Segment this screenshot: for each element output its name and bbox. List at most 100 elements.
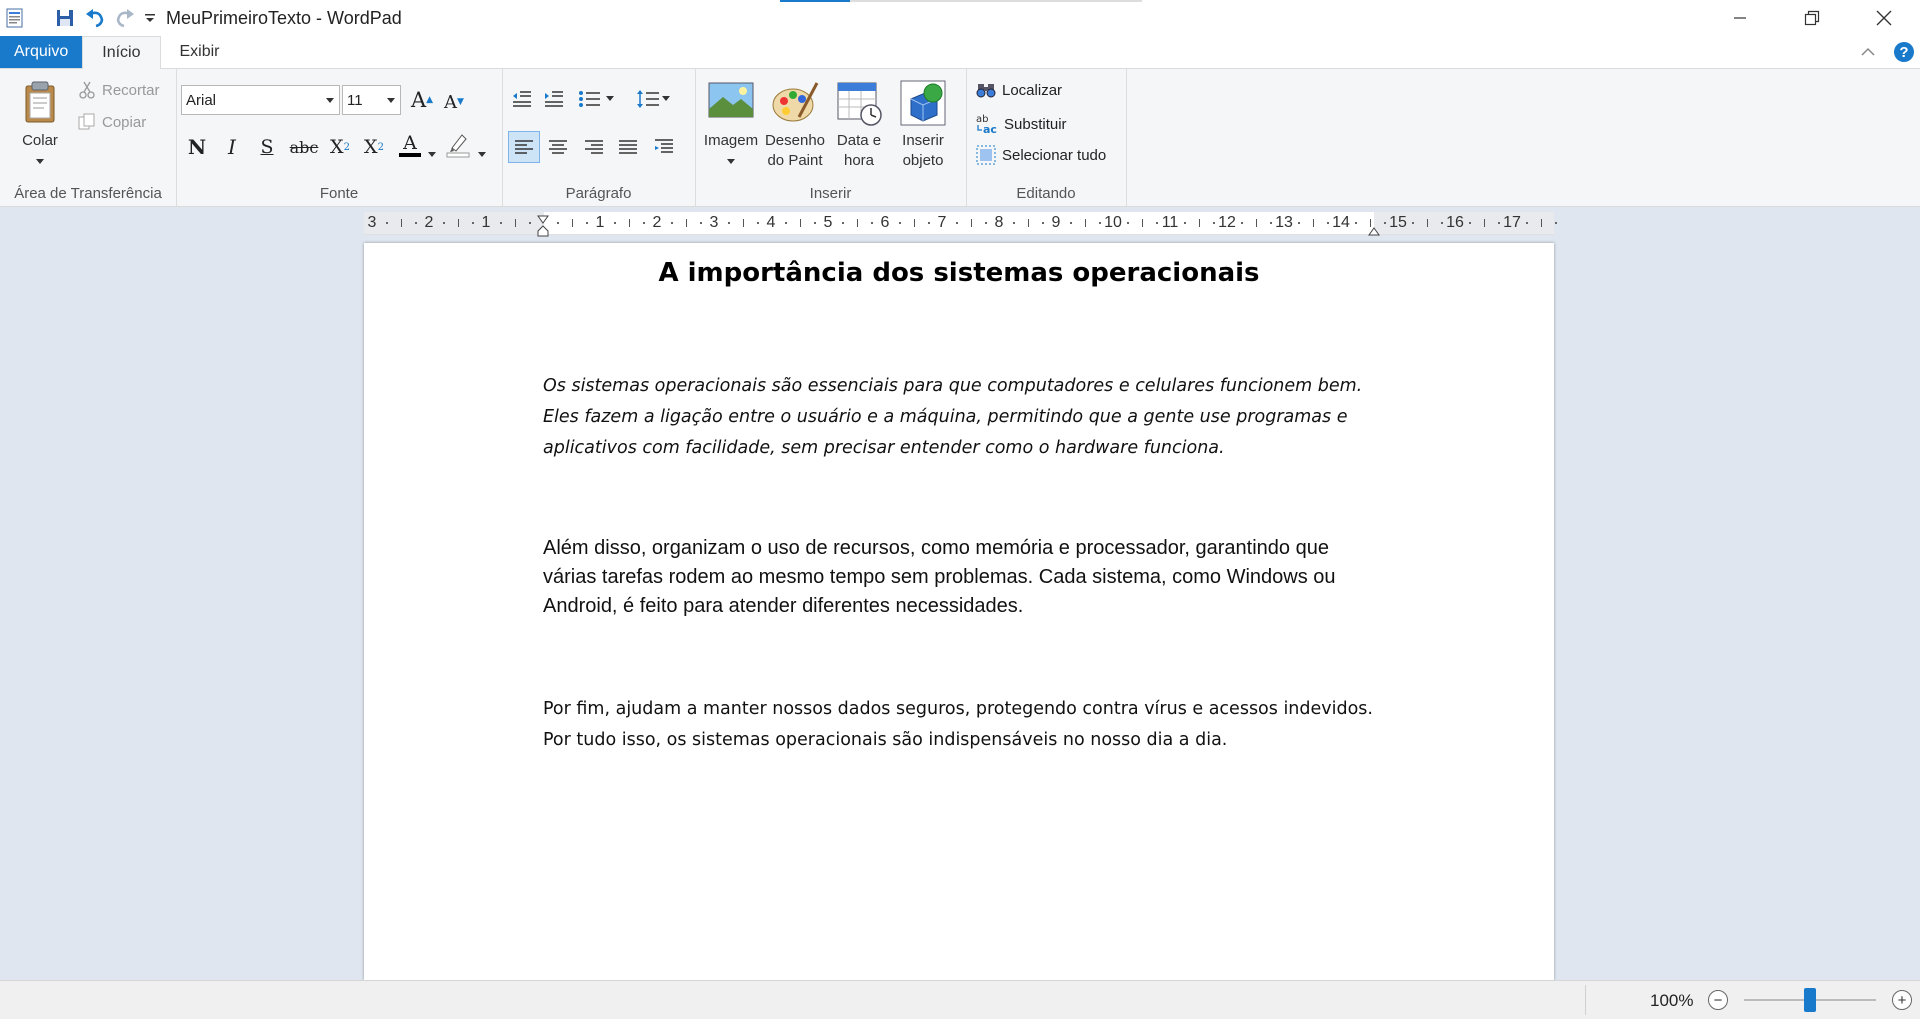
justify-icon xyxy=(619,140,637,154)
ruler-dot xyxy=(927,222,930,224)
save-icon[interactable] xyxy=(50,0,80,36)
shrink-font-button[interactable]: A ▼ xyxy=(440,88,468,116)
insert-group: Imagem Desenho do Paint Data e hora Inse… xyxy=(695,69,967,206)
line-spacing-dropdown-icon[interactable] xyxy=(662,96,670,102)
ruler-tick xyxy=(1255,219,1257,227)
paint-label-line2: do Paint xyxy=(767,152,823,169)
ruler-dot xyxy=(1184,222,1187,224)
tab-view[interactable]: Exibir xyxy=(161,36,239,68)
paste-dropdown-icon[interactable] xyxy=(35,157,45,165)
font-family-combo[interactable]: Arial xyxy=(181,85,340,115)
redo-icon[interactable] xyxy=(110,0,140,36)
align-right-button[interactable] xyxy=(580,133,608,161)
customize-quick-access-icon[interactable] xyxy=(140,0,160,36)
ruler-dot xyxy=(500,222,503,224)
align-left-icon xyxy=(515,140,533,154)
ruler-dot xyxy=(1241,222,1244,224)
bullets-dropdown-icon[interactable] xyxy=(606,96,614,102)
date-time-button[interactable]: Data e hora xyxy=(827,79,891,171)
insert-object-label-line2: objeto xyxy=(902,152,944,169)
zoom-in-button[interactable]: + xyxy=(1892,990,1912,1010)
ruler-tick xyxy=(1540,219,1542,227)
paragraph-2[interactable]: Além disso, organizam o uso de recursos,… xyxy=(543,534,1373,621)
font-size-dropdown-icon[interactable] xyxy=(387,98,395,103)
cut-button[interactable]: Recortar xyxy=(78,81,160,99)
insert-object-icon xyxy=(899,79,947,127)
ruler[interactable]: 3 2 1 1 2 3 4 5 6 7 8 9 10 11 12 13 14 15 16 17 xyxy=(364,212,1557,237)
zoom-out-button[interactable]: − xyxy=(1708,990,1728,1010)
ruler-tick xyxy=(457,219,459,227)
ruler-dot xyxy=(1269,222,1272,224)
title-accent-bar xyxy=(780,0,850,2)
subscript-mark: 2 xyxy=(343,141,350,153)
close-button[interactable] xyxy=(1848,0,1920,36)
binoculars-icon xyxy=(976,81,996,99)
restore-button[interactable] xyxy=(1776,0,1848,36)
ruler-dot xyxy=(1013,222,1016,224)
text-color-button[interactable]: A xyxy=(396,131,424,159)
insert-object-button[interactable]: Inserir objeto xyxy=(891,79,955,171)
underline-button[interactable]: S xyxy=(253,133,281,161)
superscript-button[interactable]: X2 xyxy=(360,133,388,161)
ruler-label: 10 xyxy=(1104,214,1122,231)
shrink-font-icon: ▼ xyxy=(457,97,464,107)
ruler-dot xyxy=(1383,222,1386,224)
paragraph-settings-button[interactable] xyxy=(650,133,678,161)
justify-button[interactable] xyxy=(614,133,642,161)
svg-text:ac: ac xyxy=(983,123,997,135)
align-center-button[interactable] xyxy=(544,133,572,161)
minimize-button[interactable] xyxy=(1704,0,1776,36)
ruler-dot xyxy=(1127,222,1130,224)
ruler-dot xyxy=(1554,222,1557,224)
align-left-button[interactable] xyxy=(508,131,540,163)
status-separator xyxy=(1585,985,1586,1015)
superscript-glyph: X xyxy=(364,136,378,158)
font-group-label: Fonte xyxy=(319,185,359,202)
text-color-swatch xyxy=(399,152,421,157)
zoom-slider-thumb[interactable] xyxy=(1804,988,1816,1012)
insert-group-label: Inserir xyxy=(809,185,852,202)
collapse-ribbon-icon[interactable] xyxy=(1860,44,1876,61)
find-button[interactable]: Localizar xyxy=(976,81,1062,99)
strikethrough-button[interactable]: abc xyxy=(286,133,322,161)
document-page[interactable]: A importância dos sistemas operacionais … xyxy=(364,243,1554,980)
subscript-button[interactable]: X2 xyxy=(326,133,354,161)
tab-file[interactable]: Arquivo xyxy=(0,36,83,68)
grow-font-glyph: A xyxy=(410,88,427,112)
replace-button[interactable]: ab ac Substituir xyxy=(976,113,1067,135)
paragraph-3[interactable]: Por fim, ajudam a manter nossos dados se… xyxy=(543,694,1373,756)
grow-font-button[interactable]: A ▲ xyxy=(408,86,436,114)
help-icon[interactable]: ? xyxy=(1894,42,1914,62)
replace-icon: ab ac xyxy=(976,113,998,135)
decrease-indent-button[interactable] xyxy=(508,85,536,113)
find-label: Localizar xyxy=(1002,81,1063,99)
highlight-dropdown-icon[interactable] xyxy=(478,145,486,162)
paint-drawing-button[interactable]: Desenho do Paint xyxy=(763,79,827,171)
select-all-button[interactable]: Selecionar tudo xyxy=(976,145,1106,165)
insert-image-dropdown-icon[interactable] xyxy=(726,157,736,165)
increase-indent-button[interactable] xyxy=(540,85,568,113)
undo-icon[interactable] xyxy=(80,0,110,36)
bold-button[interactable]: N xyxy=(183,133,211,161)
document-title[interactable]: A importância dos sistemas operacionais xyxy=(364,258,1554,288)
insert-image-button[interactable]: Imagem xyxy=(699,79,763,171)
line-spacing-button[interactable] xyxy=(636,85,678,113)
italic-button[interactable]: I xyxy=(218,133,246,161)
copy-button[interactable]: Copiar xyxy=(78,113,146,131)
paste-label: Colar xyxy=(22,132,58,149)
ruler-dot xyxy=(984,222,987,224)
font-size-combo[interactable]: 11 xyxy=(342,85,401,115)
left-indent-marker[interactable] xyxy=(537,224,549,241)
ribbon-tab-bar: Arquivo Início Exibir ? xyxy=(0,36,1920,69)
font-family-dropdown-icon[interactable] xyxy=(326,98,334,103)
ruler-label: 13 xyxy=(1275,214,1293,231)
text-color-dropdown-icon[interactable] xyxy=(428,145,436,162)
ruler-tick xyxy=(1141,219,1143,227)
paste-button[interactable]: Colar xyxy=(12,79,68,171)
highlight-color-button[interactable] xyxy=(444,131,472,159)
bullets-button[interactable] xyxy=(578,85,620,113)
tab-home[interactable]: Início xyxy=(82,36,161,69)
wordpad-icon[interactable] xyxy=(0,0,30,36)
paragraph-1[interactable]: Os sistemas operacionais são essenciais … xyxy=(543,371,1373,464)
right-indent-marker[interactable] xyxy=(1368,224,1380,241)
